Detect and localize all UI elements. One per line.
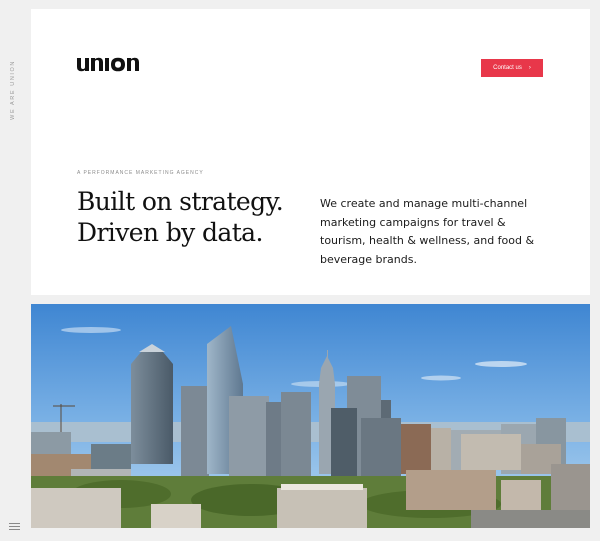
headline-line-1: Built on strategy.: [77, 187, 284, 216]
hero-headline: Built on strategy. Driven by data.: [77, 186, 317, 248]
union-wordmark-icon: [77, 57, 139, 72]
chevron-right-icon: ›: [528, 65, 531, 71]
city-skyline-image: [31, 304, 590, 528]
intro-description: We create and manage multi-channel marke…: [320, 197, 535, 266]
headline-line-2: Driven by data.: [77, 218, 263, 247]
intro-panel: Contact us › A PERFORMANCE MARKETING AGE…: [31, 9, 590, 295]
hamburger-menu-icon[interactable]: [9, 523, 20, 531]
eyebrow-label: A PERFORMANCE MARKETING AGENCY: [77, 170, 204, 176]
side-rail: WE ARE UNION: [0, 0, 30, 541]
skyline-illustration: [31, 304, 590, 528]
union-logo[interactable]: [77, 57, 145, 77]
contact-button-label: Contact us: [493, 65, 522, 71]
vertical-tagline: WE ARE UNION: [10, 60, 16, 120]
contact-us-button[interactable]: Contact us ›: [481, 59, 543, 77]
